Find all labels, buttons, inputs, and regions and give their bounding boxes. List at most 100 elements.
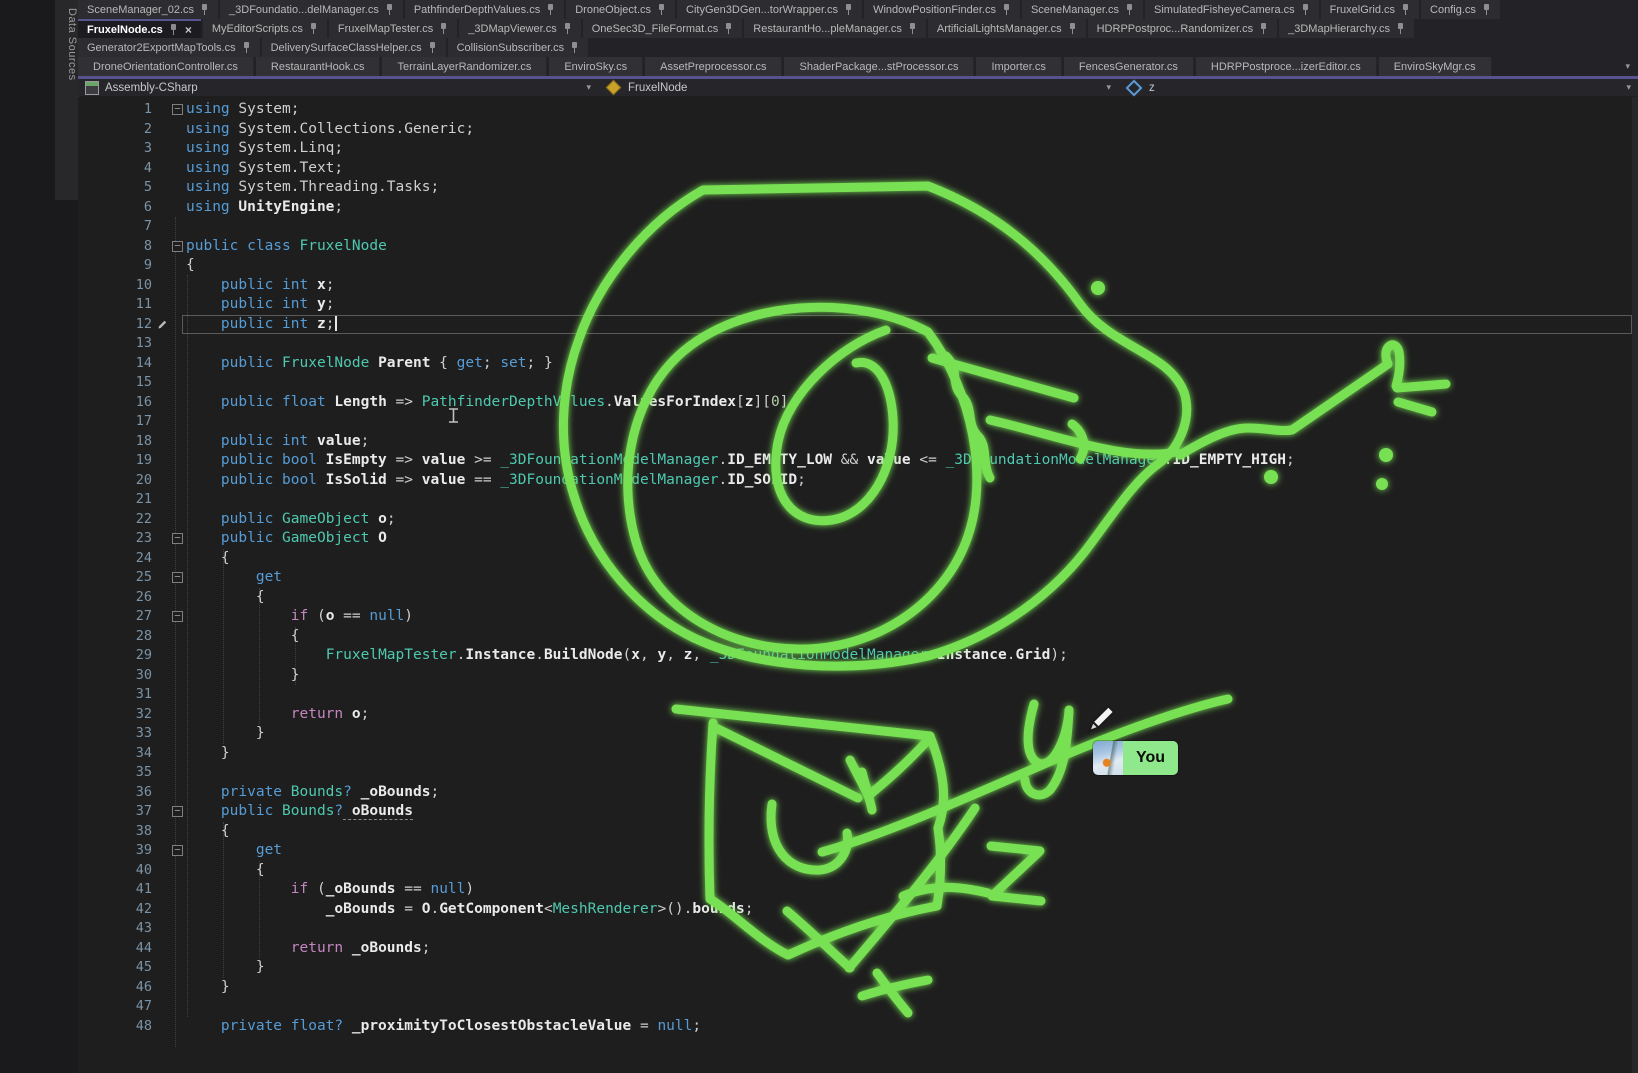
chevron-down-icon[interactable]: ▾ [1626, 82, 1631, 93]
code-line-32[interactable]: 32 return o; [78, 705, 1638, 725]
tab-restauranthook-cs[interactable]: RestaurantHook.cs [256, 57, 381, 76]
tab-list-overflow-button[interactable]: ▾ [1617, 57, 1638, 76]
breadcrumb-type[interactable]: FruxelNode ▾ [598, 82, 1118, 94]
vertical-scrollbar[interactable] [1632, 97, 1638, 1073]
fold-collapse-icon[interactable] [169, 529, 186, 549]
code-line-29[interactable]: 29 FruxelMapTester.Instance.BuildNode(x,… [78, 646, 1638, 666]
code-line-37[interactable]: 37 public Bounds? oBounds [78, 802, 1638, 822]
pin-icon[interactable] [1401, 4, 1410, 15]
code-line-25[interactable]: 25 get [78, 568, 1638, 588]
pin-icon[interactable] [169, 24, 178, 35]
code-line-36[interactable]: 36 private Bounds? _oBounds; [78, 783, 1638, 803]
code-line-11[interactable]: 11 public int y; [78, 295, 1638, 315]
code-line-10[interactable]: 10 public int x; [78, 276, 1638, 296]
pin-icon[interactable] [1301, 4, 1310, 15]
pin-icon[interactable] [844, 4, 853, 15]
code-line-34[interactable]: 34 } [78, 744, 1638, 764]
code-line-48[interactable]: 48 private float? _proximityToClosestObs… [78, 1017, 1638, 1037]
pin-icon[interactable] [200, 4, 209, 15]
code-line-15[interactable]: 15 [78, 373, 1638, 393]
tab-windowpositionfinder-cs[interactable]: WindowPositionFinder.cs [864, 0, 1020, 19]
code-line-45[interactable]: 45 } [78, 958, 1638, 978]
code-line-13[interactable]: 13 [78, 334, 1638, 354]
pin-icon[interactable] [428, 42, 437, 53]
tab-onesec3d-fileformat-cs[interactable]: OneSec3D_FileFormat.cs [583, 19, 743, 38]
pin-icon[interactable] [1002, 4, 1011, 15]
code-line-26[interactable]: 26 { [78, 588, 1638, 608]
fold-collapse-icon[interactable] [169, 237, 186, 257]
tab-myeditorscripts-cs[interactable]: MyEditorScripts.cs [203, 19, 327, 38]
pin-icon[interactable] [546, 4, 555, 15]
code-line-44[interactable]: 44 return _oBounds; [78, 939, 1638, 959]
breadcrumb-project[interactable]: Assembly-CSharp ▾ [78, 81, 598, 95]
code-line-16[interactable]: 16 public float Length => PathfinderDept… [78, 393, 1638, 413]
code-line-27[interactable]: 27 if (o == null) [78, 607, 1638, 627]
code-line-40[interactable]: 40 { [78, 861, 1638, 881]
tab-terrainlayerrandomizer-cs[interactable]: TerrainLayerRandomizer.cs [382, 57, 547, 76]
pin-icon[interactable] [1482, 4, 1491, 15]
data-sources-vertical-tab[interactable]: Data Sources [55, 0, 79, 200]
code-line-2[interactable]: 2using System.Collections.Generic; [78, 120, 1638, 140]
code-line-42[interactable]: 42 _oBounds = O.GetComponent<MeshRendere… [78, 900, 1638, 920]
code-line-6[interactable]: 6using UnityEngine; [78, 198, 1638, 218]
pin-icon[interactable] [309, 23, 318, 34]
pin-icon[interactable] [1068, 23, 1077, 34]
code-line-8[interactable]: 8public class FruxelNode [78, 237, 1638, 257]
pin-icon[interactable] [439, 23, 448, 34]
tab-fencesgenerator-cs[interactable]: FencesGenerator.cs [1064, 57, 1194, 76]
code-line-33[interactable]: 33 } [78, 724, 1638, 744]
pin-icon[interactable] [1125, 4, 1134, 15]
code-line-31[interactable]: 31 [78, 685, 1638, 705]
code-line-18[interactable]: 18 public int value; [78, 432, 1638, 452]
code-line-4[interactable]: 4using System.Text; [78, 159, 1638, 179]
code-line-3[interactable]: 3using System.Linq; [78, 139, 1638, 159]
tab-hdrppostproce-izereditor-cs[interactable]: HDRPPostproce...izerEditor.cs [1196, 57, 1377, 76]
code-line-14[interactable]: 14 public FruxelNode Parent { get; set; … [78, 354, 1638, 374]
tab-enviroskymgr-cs[interactable]: EnviroSkyMgr.cs [1379, 57, 1492, 76]
pin-icon[interactable] [385, 4, 394, 15]
pin-icon[interactable] [657, 4, 666, 15]
pin-icon[interactable] [570, 42, 579, 53]
tab-artificiallightsmanager-cs[interactable]: ArtificialLightsManager.cs [928, 19, 1086, 38]
close-icon[interactable]: × [185, 23, 192, 37]
pin-icon[interactable] [1396, 23, 1405, 34]
tab-fruxelgrid-cs[interactable]: FruxelGrid.cs [1321, 0, 1419, 19]
tab-restaurantho-plemanager-cs[interactable]: RestaurantHo...pleManager.cs [744, 19, 926, 38]
pin-icon[interactable] [724, 23, 733, 34]
code-line-7[interactable]: 7 [78, 217, 1638, 237]
code-line-28[interactable]: 28 { [78, 627, 1638, 647]
fold-collapse-icon[interactable] [169, 607, 186, 627]
tab-config-cs[interactable]: Config.cs [1421, 0, 1500, 19]
tab-deliverysurfaceclasshelper-cs[interactable]: DeliverySurfaceClassHelper.cs [262, 38, 446, 57]
tab-fruxelnode-cs[interactable]: FruxelNode.cs× [78, 19, 201, 38]
tab-scenemanager-cs[interactable]: SceneManager.cs [1022, 0, 1143, 19]
tab-citygen3dgen-torwrapper-cs[interactable]: CityGen3DGen...torWrapper.cs [677, 0, 862, 19]
code-line-38[interactable]: 38 { [78, 822, 1638, 842]
pin-icon[interactable] [563, 23, 572, 34]
code-line-19[interactable]: 19 public bool IsEmpty => value >= _3DFo… [78, 451, 1638, 471]
pin-icon[interactable] [908, 23, 917, 34]
tab-droneobject-cs[interactable]: DroneObject.cs [566, 0, 675, 19]
tab-pathfinderdepthvalues-cs[interactable]: PathfinderDepthValues.cs [405, 0, 564, 19]
code-line-1[interactable]: 1using System; [78, 100, 1638, 120]
tab-generator2exportmaptools-cs[interactable]: Generator2ExportMapTools.cs [78, 38, 260, 57]
fold-collapse-icon[interactable] [169, 841, 186, 861]
code-line-5[interactable]: 5using System.Threading.Tasks; [78, 178, 1638, 198]
chevron-down-icon[interactable]: ▾ [1106, 82, 1111, 93]
breadcrumb-member[interactable]: z ▾ [1118, 82, 1638, 94]
tab--3dmapviewer-cs[interactable]: _3DMapViewer.cs [459, 19, 580, 38]
code-line-12[interactable]: 12 public int z; [78, 315, 1638, 335]
code-line-46[interactable]: 46 } [78, 978, 1638, 998]
tab-collisionsubscriber-cs[interactable]: CollisionSubscriber.cs [448, 38, 589, 57]
fold-collapse-icon[interactable] [169, 100, 186, 120]
tab-scenemanager-02-cs[interactable]: SceneManager_02.cs [78, 0, 218, 19]
code-line-47[interactable]: 47 [78, 997, 1638, 1017]
tab-fruxelmaptester-cs[interactable]: FruxelMapTester.cs [329, 19, 457, 38]
pin-icon[interactable] [1259, 23, 1268, 34]
pin-icon[interactable] [242, 42, 251, 53]
tab-assetpreprocessor-cs[interactable]: AssetPreprocessor.cs [645, 57, 782, 76]
code-line-41[interactable]: 41 if (_oBounds == null) [78, 880, 1638, 900]
code-line-20[interactable]: 20 public bool IsSolid => value == _3DFo… [78, 471, 1638, 491]
fold-collapse-icon[interactable] [169, 568, 186, 588]
code-line-39[interactable]: 39 get [78, 841, 1638, 861]
